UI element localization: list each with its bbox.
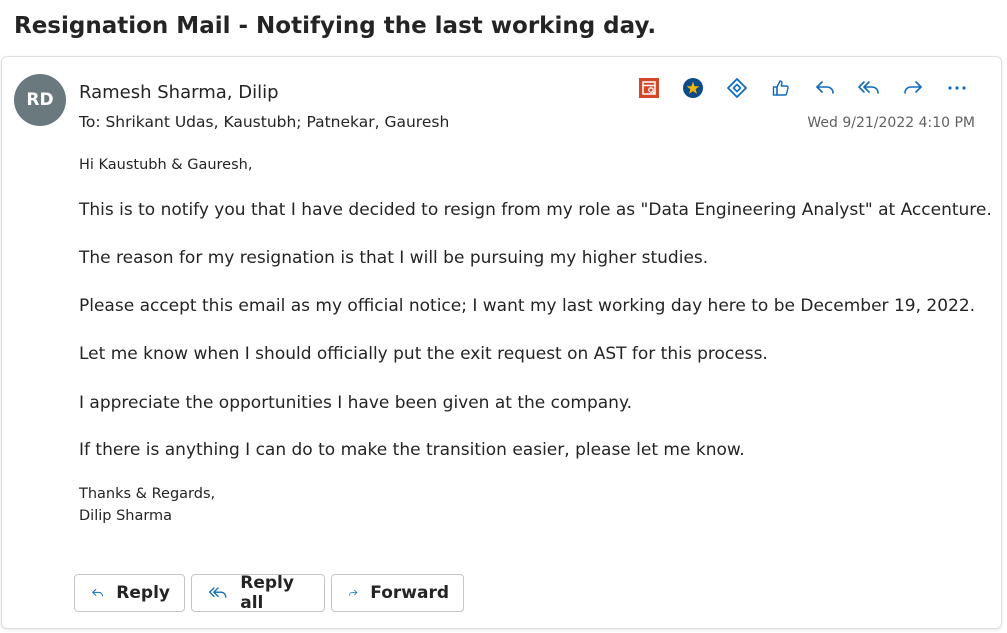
toolbar-reply-all-button[interactable] xyxy=(847,75,891,101)
body-paragraph: If there is anything I can do to make th… xyxy=(79,440,745,460)
email-subject: Resignation Mail - Notifying the last wo… xyxy=(14,13,657,39)
signature: Dilip Sharma xyxy=(79,508,173,524)
more-icon xyxy=(948,86,966,90)
forward-button[interactable]: Forward xyxy=(331,574,464,612)
star-addin-icon xyxy=(683,78,703,98)
reply-all-button[interactable]: Reply all xyxy=(191,573,325,613)
calendar-addin-button[interactable] xyxy=(627,75,671,101)
body-paragraph: The reason for my resignation is that I … xyxy=(79,248,709,268)
forward-icon xyxy=(904,81,922,94)
reply-icon xyxy=(92,588,103,597)
reply-icon xyxy=(816,81,834,94)
toolbar-forward-button[interactable] xyxy=(891,75,935,101)
calendar-addin-icon xyxy=(639,78,659,98)
recipients-line[interactable]: To: Shrikant Udas, Kaustubh; Patnekar, G… xyxy=(79,113,449,131)
reply-all-icon xyxy=(858,81,879,94)
toolbar-reply-button[interactable] xyxy=(803,75,847,101)
forward-icon xyxy=(349,589,358,596)
like-button[interactable] xyxy=(759,75,803,101)
message-card: RD Ramesh Sharma, Dilip To: Shrikant Uda… xyxy=(1,56,1002,629)
forward-button-label: Forward xyxy=(370,583,449,603)
message-body: Hi Kaustubh & Gauresh, This is to notify… xyxy=(79,155,992,524)
body-paragraph: I appreciate the opportunities I have be… xyxy=(79,393,632,413)
reply-button-label: Reply xyxy=(116,583,170,603)
more-actions-button[interactable] xyxy=(935,75,979,101)
loop-addin-icon xyxy=(727,78,747,98)
like-icon xyxy=(772,80,789,96)
sent-timestamp: Wed 9/21/2022 4:10 PM xyxy=(807,115,975,131)
avatar[interactable]: RD xyxy=(14,74,66,126)
body-paragraph: This is to notify you that I have decide… xyxy=(79,200,992,220)
loop-addin-button[interactable] xyxy=(715,75,759,101)
message-toolbar xyxy=(627,75,979,101)
reply-all-button-label: Reply all xyxy=(240,573,294,613)
sender-name[interactable]: Ramesh Sharma, Dilip xyxy=(79,82,279,103)
closing: Thanks & Regards, xyxy=(79,486,216,502)
reply-button[interactable]: Reply xyxy=(74,574,185,612)
body-paragraph: Please accept this email as my official … xyxy=(79,296,976,316)
greeting: Hi Kaustubh & Gauresh, xyxy=(79,157,253,173)
quick-actions: Reply Reply all Forward xyxy=(74,573,464,613)
reply-all-icon xyxy=(209,587,227,598)
star-addin-button[interactable] xyxy=(671,75,715,101)
body-paragraph: Let me know when I should officially put… xyxy=(79,344,768,364)
